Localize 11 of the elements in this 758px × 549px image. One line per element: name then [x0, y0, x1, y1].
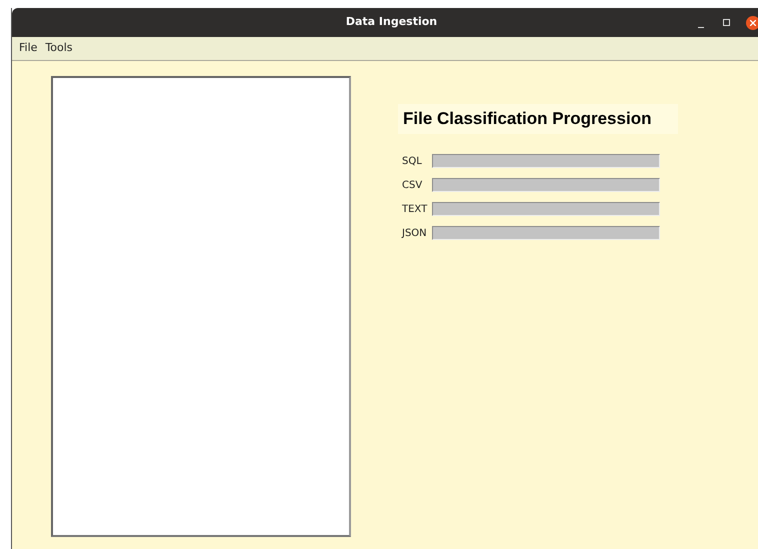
progress-label: TEXT [401, 202, 428, 216]
close-button[interactable] [746, 16, 758, 30]
menu-item[interactable]: File [15, 40, 42, 57]
heading: File Classification Progression [398, 104, 678, 134]
progress-label: JSON [400, 226, 428, 240]
progress-label: CSV [401, 178, 424, 192]
window-title: Data Ingestion [346, 14, 438, 30]
maximize-button[interactable] [721, 18, 731, 28]
close-icon [750, 20, 756, 26]
menu-item[interactable]: Tools [41, 40, 77, 57]
progress-label: SQL [401, 154, 423, 168]
